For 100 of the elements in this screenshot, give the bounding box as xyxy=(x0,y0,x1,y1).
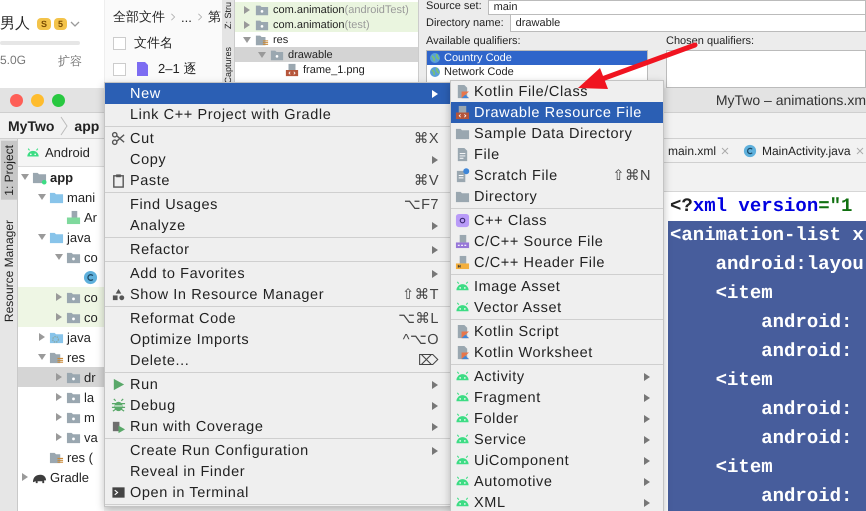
tree-item[interactable]: co xyxy=(18,307,104,327)
menu-item[interactable]: Kotlin Worksheet xyxy=(451,342,663,363)
menu-item[interactable]: Scratch File ⇧⌘N xyxy=(451,165,663,186)
breadcrumb-item[interactable]: 第 xyxy=(208,8,221,26)
menu-item[interactable]: C/C++ Source File xyxy=(451,231,663,252)
menu-item[interactable]: Kotlin File/Class xyxy=(451,81,663,102)
menu-item[interactable]: Image Asset xyxy=(451,276,663,297)
tree-item[interactable]: com.animation(test) xyxy=(235,17,418,32)
menu-item[interactable]: Find Usages ⌥F7 xyxy=(105,194,451,215)
tool-window-tab[interactable]: Resource Manager xyxy=(0,216,16,326)
zoom-button[interactable] xyxy=(52,94,65,106)
menu-item[interactable]: Drawable Resource File xyxy=(451,102,663,123)
editor-tab[interactable]: MainActivity.java xyxy=(743,144,864,158)
menu-item[interactable]: Optimize Imports ^⌥O xyxy=(105,329,451,350)
collapsed-arrow-icon[interactable] xyxy=(55,433,63,441)
collapsed-arrow-icon[interactable] xyxy=(21,473,29,481)
menu-item[interactable]: Sample Data Directory xyxy=(451,123,663,144)
tree-item[interactable]: m xyxy=(18,407,104,427)
menu-item[interactable]: Directory xyxy=(451,186,663,207)
collapsed-arrow-icon[interactable] xyxy=(55,393,63,401)
expanded-arrow-icon[interactable] xyxy=(38,353,46,361)
breadcrumb-item[interactable]: ... xyxy=(181,10,192,24)
close-icon[interactable] xyxy=(721,146,730,155)
menu-item[interactable]: Automotive xyxy=(451,471,663,492)
menu-item[interactable]: File xyxy=(451,144,663,165)
expanded-arrow-icon[interactable] xyxy=(38,193,46,201)
checkbox[interactable] xyxy=(113,62,126,76)
close-icon[interactable] xyxy=(856,146,864,155)
tree-item[interactable]: va xyxy=(18,427,104,447)
collapsed-arrow-icon[interactable] xyxy=(55,293,63,301)
tree-item[interactable]: app xyxy=(18,167,104,187)
package-icon xyxy=(270,48,284,62)
menu-item[interactable]: Analyze xyxy=(105,215,451,236)
menu-item[interactable]: Refactor xyxy=(105,239,451,260)
qualifier-item[interactable]: Country Code xyxy=(427,51,647,65)
expanded-arrow-icon[interactable] xyxy=(21,173,29,181)
expanded-arrow-icon[interactable] xyxy=(55,253,63,261)
menu-item[interactable]: Kotlin Script xyxy=(451,321,663,342)
tree-item[interactable]: co xyxy=(18,247,104,267)
collapsed-arrow-icon[interactable] xyxy=(55,413,63,421)
breadcrumb-item[interactable]: MyTwo xyxy=(8,118,54,134)
chevron-down-icon[interactable] xyxy=(70,18,80,28)
checkbox[interactable] xyxy=(113,36,126,50)
menu-item[interactable]: Fragment xyxy=(451,387,663,408)
side-tab[interactable]: Z: Stru xyxy=(223,0,233,32)
menu-item[interactable]: Run with Coverage xyxy=(105,416,451,437)
breadcrumb-item[interactable]: 全部文件 xyxy=(113,8,165,26)
tree-item[interactable]: com.animation(androidTest) xyxy=(235,2,418,17)
tree-item[interactable]: java xyxy=(18,227,104,247)
tree-item[interactable]: Ar xyxy=(18,207,104,227)
minimize-button[interactable] xyxy=(31,94,44,106)
qualifier-item[interactable]: Network Code xyxy=(427,65,647,79)
menu-item[interactable]: Create Run Configuration xyxy=(105,440,451,461)
play-icon xyxy=(111,377,126,392)
menu-item[interactable]: XML xyxy=(451,492,663,511)
tree-item[interactable]: res xyxy=(235,32,418,47)
menu-item[interactable]: Debug xyxy=(105,395,451,416)
collapsed-arrow-icon[interactable] xyxy=(38,333,46,341)
close-button[interactable] xyxy=(10,94,23,106)
menu-item[interactable]: Reformat Code ⌥⌘L xyxy=(105,308,451,329)
menu-item[interactable]: Paste ⌘V xyxy=(105,170,451,191)
menu-item[interactable]: Open in Terminal xyxy=(105,482,451,503)
expand-link[interactable]: 扩容 xyxy=(58,53,82,70)
menu-item[interactable]: New xyxy=(105,83,451,104)
menu-item[interactable]: Link C++ Project with Gradle xyxy=(105,104,451,125)
package-icon xyxy=(255,18,269,32)
source-set-dropdown[interactable]: main xyxy=(488,0,866,15)
directory-name-field[interactable]: drawable xyxy=(510,14,866,32)
tree-item[interactable]: frame_1.png xyxy=(235,62,418,77)
menu-item[interactable]: Service xyxy=(451,429,663,450)
file-name[interactable]: 2–1 逐 xyxy=(158,60,196,78)
tree-item[interactable]: java xyxy=(18,327,104,347)
tree-item[interactable]: la xyxy=(18,387,104,407)
editor-tab[interactable]: main.xml xyxy=(668,144,730,158)
menu-item[interactable]: Vector Asset xyxy=(451,297,663,318)
menu-item[interactable]: Add to Favorites xyxy=(105,263,451,284)
menu-item[interactable]: Folder xyxy=(451,408,663,429)
collapsed-arrow-icon[interactable] xyxy=(55,313,63,321)
menu-item[interactable]: Copy xyxy=(105,149,451,170)
tree-item[interactable]: res ( xyxy=(18,447,104,467)
menu-item[interactable]: Run xyxy=(105,374,451,395)
tree-item[interactable]: Gradle xyxy=(18,467,104,487)
scratch-file-icon xyxy=(455,168,470,183)
menu-item[interactable]: Show In Resource Manager ⇧⌘T xyxy=(105,284,451,305)
tree-item[interactable]: co xyxy=(18,287,104,307)
collapsed-arrow-icon[interactable] xyxy=(55,373,63,381)
tree-item[interactable]: dr xyxy=(18,367,104,387)
expanded-arrow-icon[interactable] xyxy=(38,233,46,241)
menu-item[interactable]: C++ Class xyxy=(451,210,663,231)
tree-item[interactable]: drawable xyxy=(235,47,418,62)
menu-item[interactable]: Activity xyxy=(451,366,663,387)
menu-item[interactable]: Delete... ⌦ xyxy=(105,350,451,371)
menu-item[interactable]: C/C++ Header File xyxy=(451,252,663,273)
tree-item[interactable]: res xyxy=(18,347,104,367)
tree-item[interactable]: mani xyxy=(18,187,104,207)
menu-item[interactable]: UiComponent xyxy=(451,450,663,471)
menu-item[interactable]: Cut ⌘X xyxy=(105,128,451,149)
tool-window-tab[interactable]: 1: Project xyxy=(0,141,16,200)
menu-item[interactable]: Reveal in Finder xyxy=(105,461,451,482)
breadcrumb-item[interactable]: app xyxy=(74,118,100,134)
